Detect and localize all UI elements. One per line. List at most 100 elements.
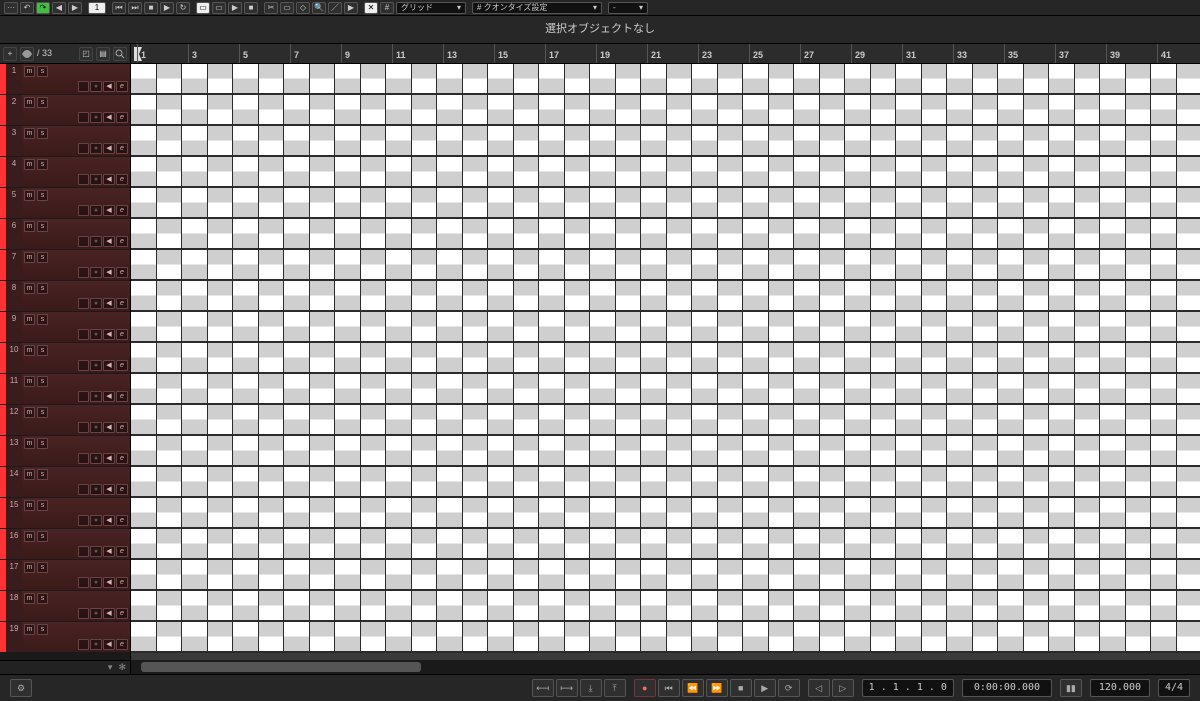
arrange-lane[interactable] <box>131 157 1200 188</box>
grid-cell[interactable] <box>386 188 412 217</box>
grid-cell[interactable] <box>208 374 234 403</box>
grid-cell[interactable] <box>641 312 667 341</box>
grid-cell[interactable] <box>1075 405 1101 434</box>
grid-cell[interactable] <box>539 591 565 620</box>
grid-cell[interactable] <box>157 343 183 372</box>
solo-button[interactable]: s <box>37 624 48 635</box>
grid-cell[interactable] <box>871 529 897 558</box>
grid-cell[interactable] <box>616 95 642 124</box>
grid-cell[interactable] <box>1151 405 1177 434</box>
record-enable-button[interactable]: ● <box>90 546 102 557</box>
grid-cell[interactable] <box>667 436 693 465</box>
grid-cell[interactable] <box>310 343 336 372</box>
grid-cell[interactable] <box>488 498 514 527</box>
grid-cell[interactable] <box>1126 622 1152 651</box>
edit-channel-button[interactable]: e <box>116 546 128 557</box>
mute-button[interactable]: m <box>24 562 35 573</box>
grid-cell[interactable] <box>667 126 693 155</box>
grid-cell[interactable] <box>131 467 157 496</box>
grid-cell[interactable] <box>998 343 1024 372</box>
grid-cell[interactable] <box>437 374 463 403</box>
grid-cell[interactable] <box>1049 312 1075 341</box>
grid-cell[interactable] <box>667 95 693 124</box>
grid-cell[interactable] <box>1075 188 1101 217</box>
grid-cell[interactable] <box>259 343 285 372</box>
grid-cell[interactable] <box>616 405 642 434</box>
grid-cell[interactable] <box>259 219 285 248</box>
grid-cell[interactable] <box>157 622 183 651</box>
grid-cell[interactable] <box>259 312 285 341</box>
edit-channel-button[interactable]: e <box>116 112 128 123</box>
grid-cell[interactable] <box>131 250 157 279</box>
grid-cell[interactable] <box>1126 95 1152 124</box>
grid-cell[interactable] <box>820 405 846 434</box>
snap-dropdown[interactable]: グリッド▾ <box>396 2 466 14</box>
grid-cell[interactable] <box>157 250 183 279</box>
grid-cell[interactable] <box>1151 591 1177 620</box>
grid-cell[interactable] <box>1049 374 1075 403</box>
grid-cell[interactable] <box>412 529 438 558</box>
grid-cell[interactable] <box>743 343 769 372</box>
grid-cell[interactable] <box>335 622 361 651</box>
grid-cell[interactable] <box>1075 157 1101 186</box>
grid-cell[interactable] <box>641 188 667 217</box>
grid-cell[interactable] <box>539 374 565 403</box>
grid-cell[interactable] <box>182 591 208 620</box>
grid-cell[interactable] <box>1177 343 1200 372</box>
grid-cell[interactable] <box>182 498 208 527</box>
grid-cell[interactable] <box>1100 219 1126 248</box>
grid-cell[interactable] <box>1126 529 1152 558</box>
grid-cell[interactable] <box>386 157 412 186</box>
grid-cell[interactable] <box>692 312 718 341</box>
grid-cell[interactable] <box>871 436 897 465</box>
grid-cell[interactable] <box>157 529 183 558</box>
grid-cell[interactable] <box>973 591 999 620</box>
grid-cell[interactable] <box>1024 95 1050 124</box>
grid-cell[interactable] <box>1126 126 1152 155</box>
metronome-button[interactable]: ▮▮ <box>1060 679 1082 697</box>
grid-cell[interactable] <box>1049 622 1075 651</box>
grid-cell[interactable] <box>1100 529 1126 558</box>
solo-button[interactable]: s <box>37 97 48 108</box>
grid-cell[interactable] <box>1075 436 1101 465</box>
grid-cell[interactable] <box>233 343 259 372</box>
grid-cell[interactable] <box>157 281 183 310</box>
grid-cell[interactable] <box>1126 405 1152 434</box>
edit-channel-button[interactable]: e <box>116 298 128 309</box>
grid-cell[interactable] <box>998 374 1024 403</box>
grid-cell[interactable] <box>514 126 540 155</box>
mute-button[interactable]: m <box>24 624 35 635</box>
grid-cell[interactable] <box>1024 126 1050 155</box>
grid-cell[interactable] <box>845 467 871 496</box>
track-checkbox[interactable] <box>78 112 89 123</box>
grid-cell[interactable] <box>896 529 922 558</box>
grid-cell[interactable] <box>386 374 412 403</box>
rewind-start-button[interactable]: ⏮ <box>658 679 680 697</box>
grid-cell[interactable] <box>769 281 795 310</box>
track-row[interactable]: 8ms●◀e <box>0 281 130 312</box>
grid-cell[interactable] <box>896 219 922 248</box>
grid-cell[interactable] <box>437 436 463 465</box>
grid-cell[interactable] <box>769 312 795 341</box>
edit-channel-button[interactable]: e <box>116 236 128 247</box>
grid-cell[interactable] <box>998 436 1024 465</box>
grid-cell[interactable] <box>743 591 769 620</box>
grid-cell[interactable] <box>820 250 846 279</box>
grid-cell[interactable] <box>769 250 795 279</box>
record-enable-button[interactable]: ● <box>90 608 102 619</box>
grid-cell[interactable] <box>259 281 285 310</box>
next-marker-button[interactable]: ⏩ <box>706 679 728 697</box>
grid-cell[interactable] <box>157 591 183 620</box>
grid-cell[interactable] <box>1177 560 1200 589</box>
grid-cell[interactable] <box>131 343 157 372</box>
grid-cell[interactable] <box>641 374 667 403</box>
grid-cell[interactable] <box>947 591 973 620</box>
track-checkbox[interactable] <box>78 484 89 495</box>
grid-cell[interactable] <box>947 281 973 310</box>
grid-cell[interactable] <box>692 436 718 465</box>
grid-cell[interactable] <box>208 126 234 155</box>
grid-cell[interactable] <box>208 436 234 465</box>
grid-cell[interactable] <box>1024 219 1050 248</box>
grid-cell[interactable] <box>208 188 234 217</box>
grid-cell[interactable] <box>667 498 693 527</box>
